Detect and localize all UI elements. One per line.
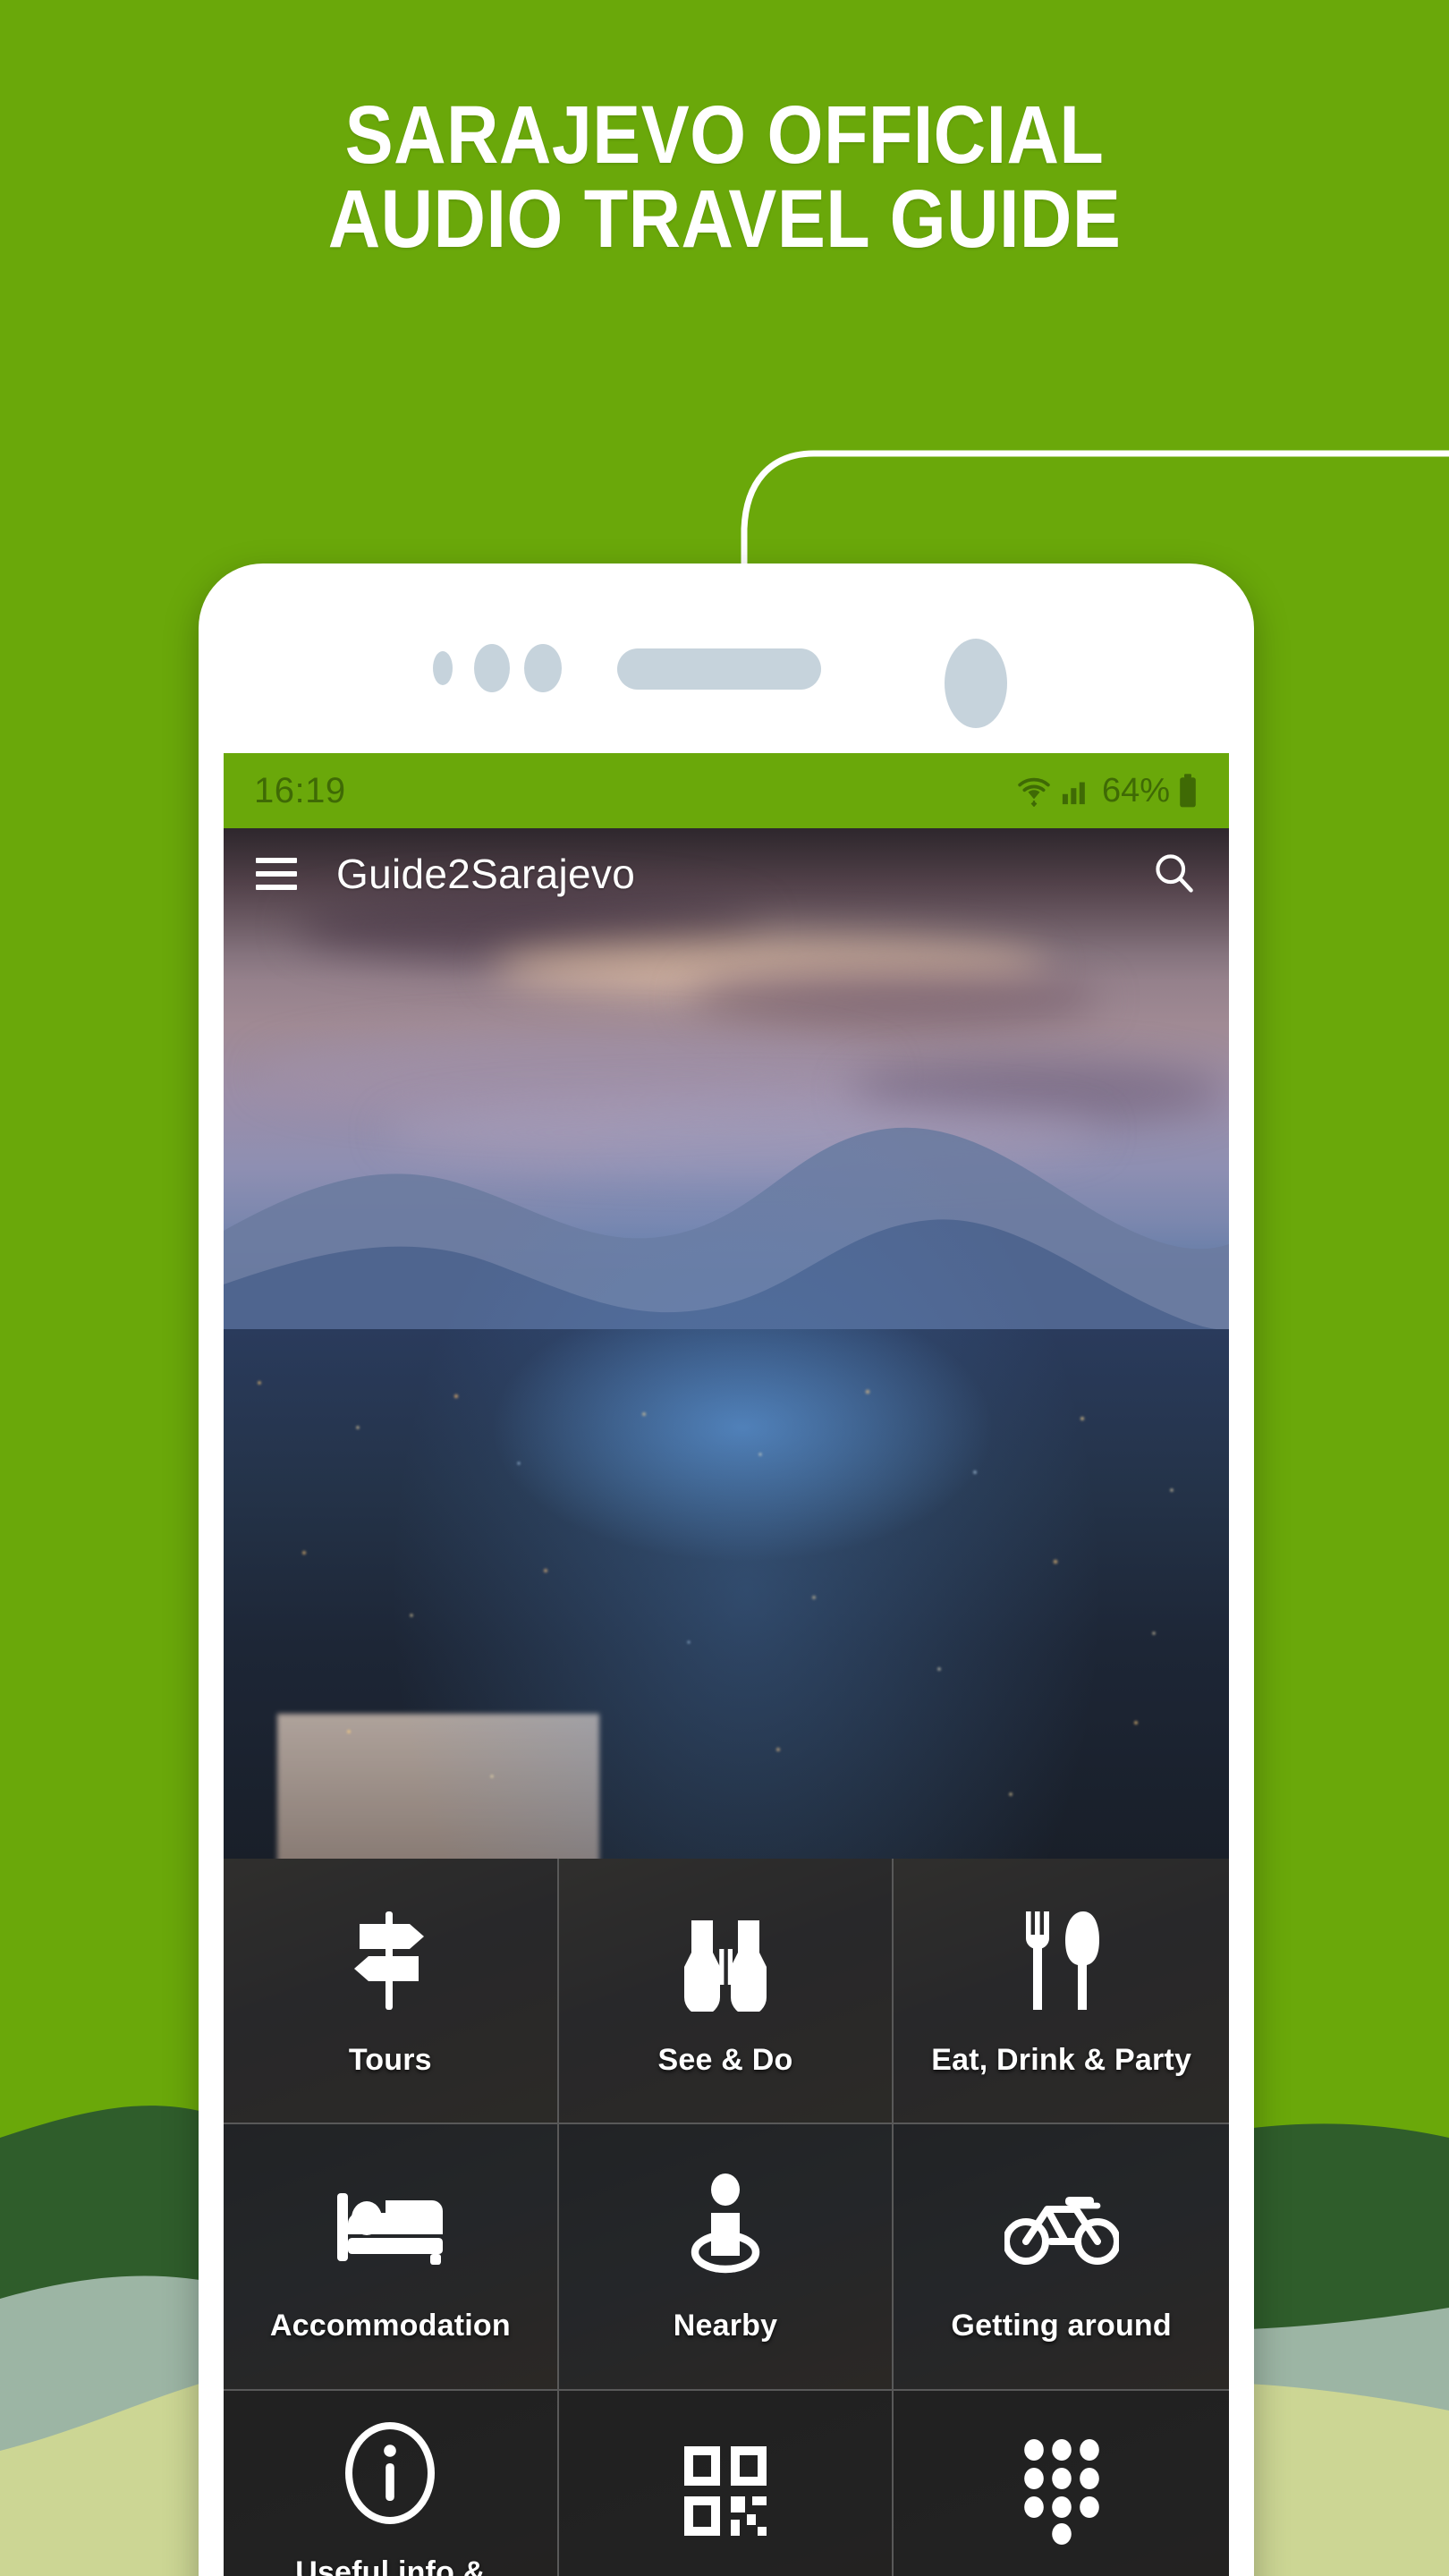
tile-label: Scan QR [661, 2572, 789, 2576]
grid-tile-getting-around[interactable]: Getting around [894, 2124, 1229, 2391]
person-pin-icon [683, 2169, 767, 2284]
wifi-icon [1014, 775, 1054, 807]
phone-screen: 16:19 64% Guide2Sarajevo Tours See & Do … [224, 753, 1229, 2576]
hamburger-menu-icon[interactable] [256, 858, 297, 890]
grid-tile-useful-info[interactable]: Useful info & services [224, 2390, 559, 2576]
grid-tile-accommodation[interactable]: Accommodation [224, 2124, 559, 2391]
tile-label: Nearby [673, 2308, 778, 2343]
page-title: SARAJEVO OFFICIAL AUDIO TRAVEL GUIDE [87, 89, 1362, 265]
app-bar: Guide2Sarajevo [224, 828, 1229, 919]
tile-label: Tours [348, 2042, 432, 2077]
search-icon[interactable] [1150, 849, 1197, 900]
page-title-line-2: AUDIO TRAVEL GUIDE [327, 173, 1122, 265]
bed-icon [335, 2169, 445, 2284]
signpost-icon [342, 1903, 438, 2018]
grid-tile-eat-drink-party[interactable]: Eat, Drink & Party [894, 1859, 1229, 2125]
battery-icon [1177, 773, 1199, 809]
status-indicators: 64% [1014, 772, 1199, 810]
tile-label: Accommodation [269, 2308, 511, 2343]
tile-label: Useful info & services [295, 2555, 486, 2576]
tile-label: Numpad [1000, 2572, 1123, 2576]
grid-tile-see-and-do[interactable]: See & Do [558, 1859, 894, 2125]
promo-page: SARAJEVO OFFICIAL AUDIO TRAVEL GUIDE 16:… [0, 0, 1449, 2576]
tile-label: See & Do [657, 2042, 793, 2077]
binoculars-icon [679, 1903, 772, 2018]
grid-tile-nearby[interactable]: Nearby [558, 2124, 894, 2391]
phone-mockup: 16:19 64% Guide2Sarajevo Tours See & Do … [199, 564, 1254, 2576]
hero-overlay [224, 828, 1229, 1859]
qr-code-icon [681, 2435, 770, 2549]
grid-tile-numpad[interactable]: Numpad [894, 2390, 1229, 2576]
status-time: 16:19 [254, 770, 346, 810]
hero-photo [224, 828, 1229, 1859]
page-title-line-1: SARAJEVO OFFICIAL [344, 89, 1105, 181]
status-bar: 16:19 64% [224, 753, 1229, 828]
bicycle-icon [1004, 2169, 1119, 2284]
battery-percent-label: 64% [1101, 771, 1170, 809]
tile-label: Getting around [951, 2308, 1172, 2343]
fork-knife-icon [1019, 1903, 1105, 2018]
front-camera-icon [945, 639, 1007, 728]
dialpad-icon [1023, 2435, 1100, 2549]
info-circle-icon [343, 2416, 436, 2530]
cellular-signal-icon [1061, 775, 1091, 806]
proximity-sensor-icon [433, 651, 453, 685]
light-sensor-icon [474, 644, 510, 692]
grid-tile-scan-qr[interactable]: Scan QR [558, 2390, 894, 2576]
tile-label: Eat, Drink & Party [931, 2042, 1192, 2077]
earpiece-speaker-icon [617, 648, 821, 690]
secondary-sensor-icon [524, 644, 562, 692]
phone-bezel [199, 564, 1254, 753]
grid-tile-tours[interactable]: Tours [224, 1859, 559, 2125]
app-title: Guide2Sarajevo [336, 851, 636, 897]
menu-grid: Tours See & Do Eat, Drink & Party Accomm… [224, 1859, 1229, 2576]
